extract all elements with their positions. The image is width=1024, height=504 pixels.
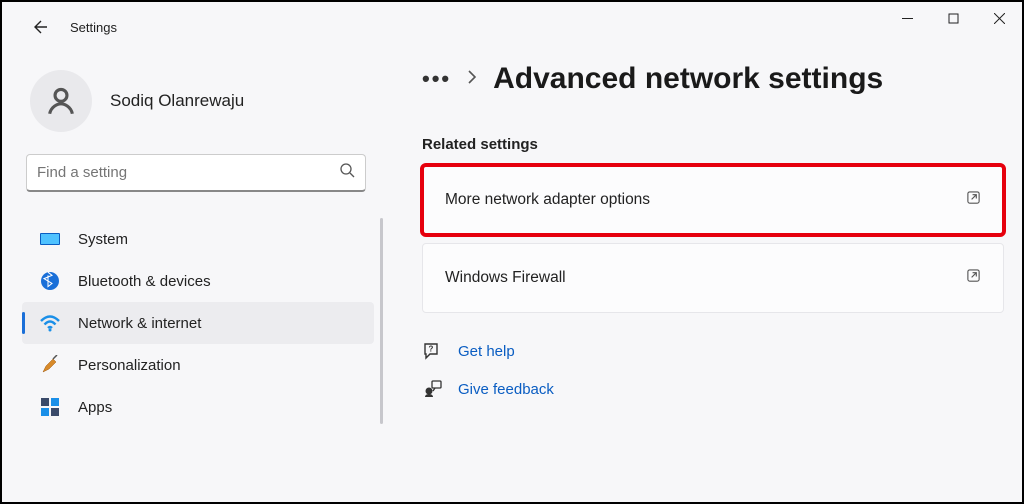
search-input[interactable]	[37, 164, 339, 181]
nav-label: Apps	[78, 399, 112, 416]
sidebar: Sodiq Olanrewaju System Bluetooth & devi…	[2, 62, 382, 428]
open-external-icon	[966, 268, 981, 288]
search-box[interactable]	[26, 154, 366, 192]
main-content: ••• Advanced network settings Related se…	[422, 62, 1004, 399]
apps-icon	[40, 397, 60, 417]
bluetooth-icon	[40, 271, 60, 291]
card-label: More network adapter options	[445, 191, 650, 209]
search-icon	[339, 162, 355, 183]
help-icon: ?	[422, 341, 442, 361]
chevron-right-icon	[467, 70, 477, 89]
user-name: Sodiq Olanrewaju	[110, 91, 244, 111]
page-title: Advanced network settings	[493, 62, 883, 96]
feedback-icon	[422, 379, 442, 399]
svg-text:?: ?	[429, 345, 434, 354]
help-links: ? Get help Give feedback	[422, 341, 1004, 399]
breadcrumb: ••• Advanced network settings	[422, 62, 1004, 96]
back-button[interactable]	[30, 18, 48, 36]
card-label: Windows Firewall	[445, 269, 566, 287]
nav-item-apps[interactable]: Apps	[22, 386, 374, 428]
nav-item-personalization[interactable]: Personalization	[22, 344, 374, 386]
system-icon	[40, 229, 60, 249]
give-feedback-link[interactable]: Give feedback	[422, 379, 1004, 399]
close-button[interactable]	[976, 2, 1022, 34]
nav-list: System Bluetooth & devices Network & int…	[22, 218, 374, 428]
section-header-related: Related settings	[422, 136, 1004, 153]
nav-scrollbar[interactable]	[380, 218, 383, 424]
wifi-icon	[40, 313, 60, 333]
maximize-button[interactable]	[930, 2, 976, 34]
window-controls	[884, 2, 1022, 34]
nav-item-system[interactable]: System	[22, 218, 374, 260]
nav-label: Bluetooth & devices	[78, 273, 211, 290]
nav-item-network[interactable]: Network & internet	[22, 302, 374, 344]
user-profile[interactable]: Sodiq Olanrewaju	[22, 62, 382, 154]
avatar	[30, 70, 92, 132]
nav-label: Network & internet	[78, 315, 201, 332]
nav-label: System	[78, 231, 128, 248]
app-header: Settings	[2, 2, 117, 52]
nav-item-bluetooth[interactable]: Bluetooth & devices	[22, 260, 374, 302]
open-external-icon	[966, 190, 981, 210]
help-link-label: Get help	[458, 343, 515, 360]
paintbrush-icon	[40, 355, 60, 375]
nav-label: Personalization	[78, 357, 181, 374]
related-item-adapter-options[interactable]: More network adapter options	[422, 165, 1004, 235]
help-link-label: Give feedback	[458, 381, 554, 398]
related-item-firewall[interactable]: Windows Firewall	[422, 243, 1004, 313]
get-help-link[interactable]: ? Get help	[422, 341, 1004, 361]
minimize-button[interactable]	[884, 2, 930, 34]
app-name: Settings	[70, 20, 117, 35]
